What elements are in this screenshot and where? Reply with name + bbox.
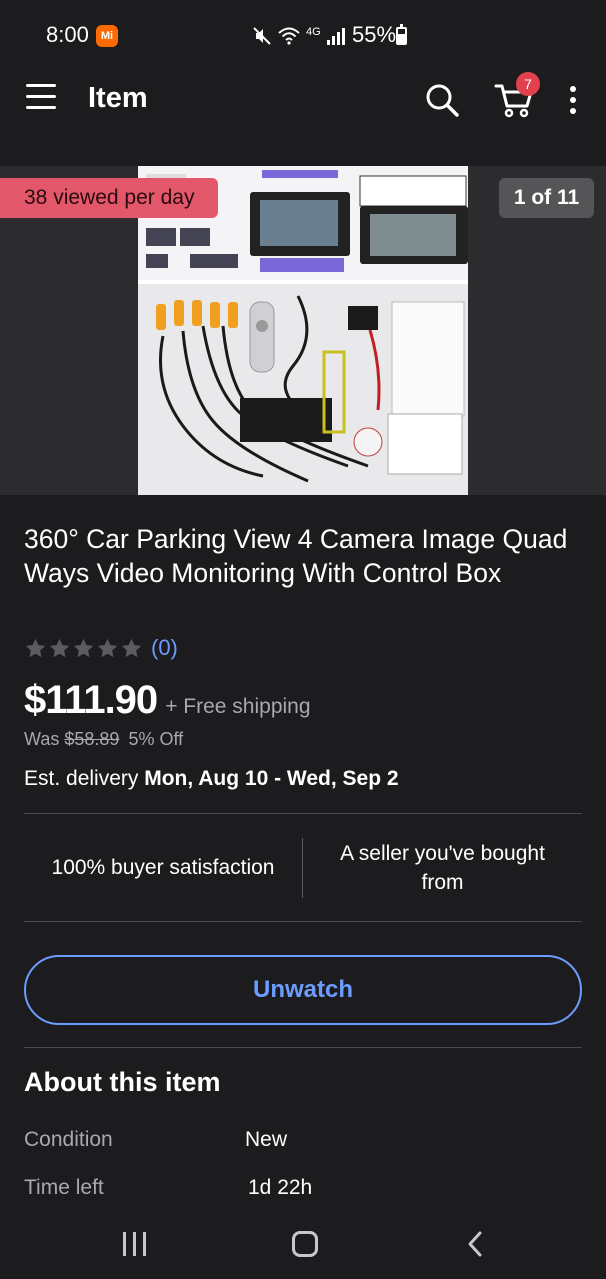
home-icon[interactable] — [292, 1231, 318, 1257]
network-type: 4G — [306, 26, 321, 38]
recent-apps-icon[interactable] — [123, 1232, 149, 1256]
was-label: Was — [24, 729, 60, 749]
seller-info: 100% buyer satisfaction A seller you've … — [24, 814, 582, 921]
status-bar: 8:00 Mi 4G 55% — [0, 0, 606, 70]
delivery-label: Est. delivery — [24, 767, 139, 790]
rating-row[interactable]: (0) — [24, 634, 178, 662]
battery-level: 55% — [352, 22, 397, 47]
viewed-per-day-badge: 38 viewed per day — [0, 178, 219, 218]
search-icon[interactable] — [424, 82, 460, 118]
notification-icon: Mi — [96, 25, 118, 47]
page-title: Item — [88, 82, 148, 114]
rating-count-link[interactable]: (0) — [151, 635, 178, 661]
system-nav-bar — [0, 1210, 606, 1279]
wifi-icon — [278, 27, 300, 45]
app-bar: Item 7 — [0, 70, 606, 166]
image-gallery[interactable]: 38 viewed per day 1 of 11 — [0, 166, 606, 495]
signal-icon — [326, 28, 345, 45]
price: $111.90 — [24, 678, 158, 722]
more-options-icon[interactable] — [566, 86, 580, 116]
unwatch-button[interactable]: Unwatch — [24, 955, 582, 1025]
spec-value-condition: New — [245, 1128, 288, 1151]
cart-count-badge: 7 — [516, 72, 540, 96]
star-icon — [73, 638, 94, 657]
discount: 5% Off — [128, 729, 184, 749]
product-title: 360° Car Parking View 4 Camera Image Qua… — [24, 524, 568, 588]
star-icon — [49, 638, 70, 657]
shipping-info: + Free shipping — [165, 695, 311, 718]
star-rating — [24, 637, 143, 660]
image-counter-badge: 1 of 11 — [499, 178, 594, 218]
mute-icon — [253, 27, 271, 45]
menu-icon[interactable] — [26, 84, 56, 114]
star-icon — [121, 638, 142, 657]
price-row: $111.90 + Free shipping — [24, 678, 311, 723]
battery-icon — [396, 24, 407, 45]
back-icon[interactable] — [464, 1230, 486, 1258]
delivery-estimate: Est. delivery Mon, Aug 10 - Wed, Sep 2 — [24, 767, 399, 791]
star-icon — [25, 638, 46, 657]
star-icon — [97, 638, 118, 657]
status-time: 8:00 — [46, 22, 89, 47]
status-icons: 4G — [252, 24, 345, 48]
original-price-row: Was $58.89 5% Off — [24, 729, 183, 750]
spec-label-condition: Condition — [24, 1128, 113, 1151]
seller-history: A seller you've bought from — [340, 841, 545, 894]
divider — [24, 921, 582, 922]
spec-value-time-left: 1d 22h — [248, 1176, 313, 1199]
delivery-dates: Mon, Aug 10 - Wed, Sep 2 — [144, 767, 399, 790]
about-section-title: About this item — [24, 1067, 221, 1097]
was-price: $58.89 — [64, 729, 120, 749]
buyer-satisfaction: 100% buyer satisfaction — [51, 855, 275, 879]
divider — [24, 1047, 582, 1048]
spec-label-time-left: Time left — [24, 1176, 104, 1199]
